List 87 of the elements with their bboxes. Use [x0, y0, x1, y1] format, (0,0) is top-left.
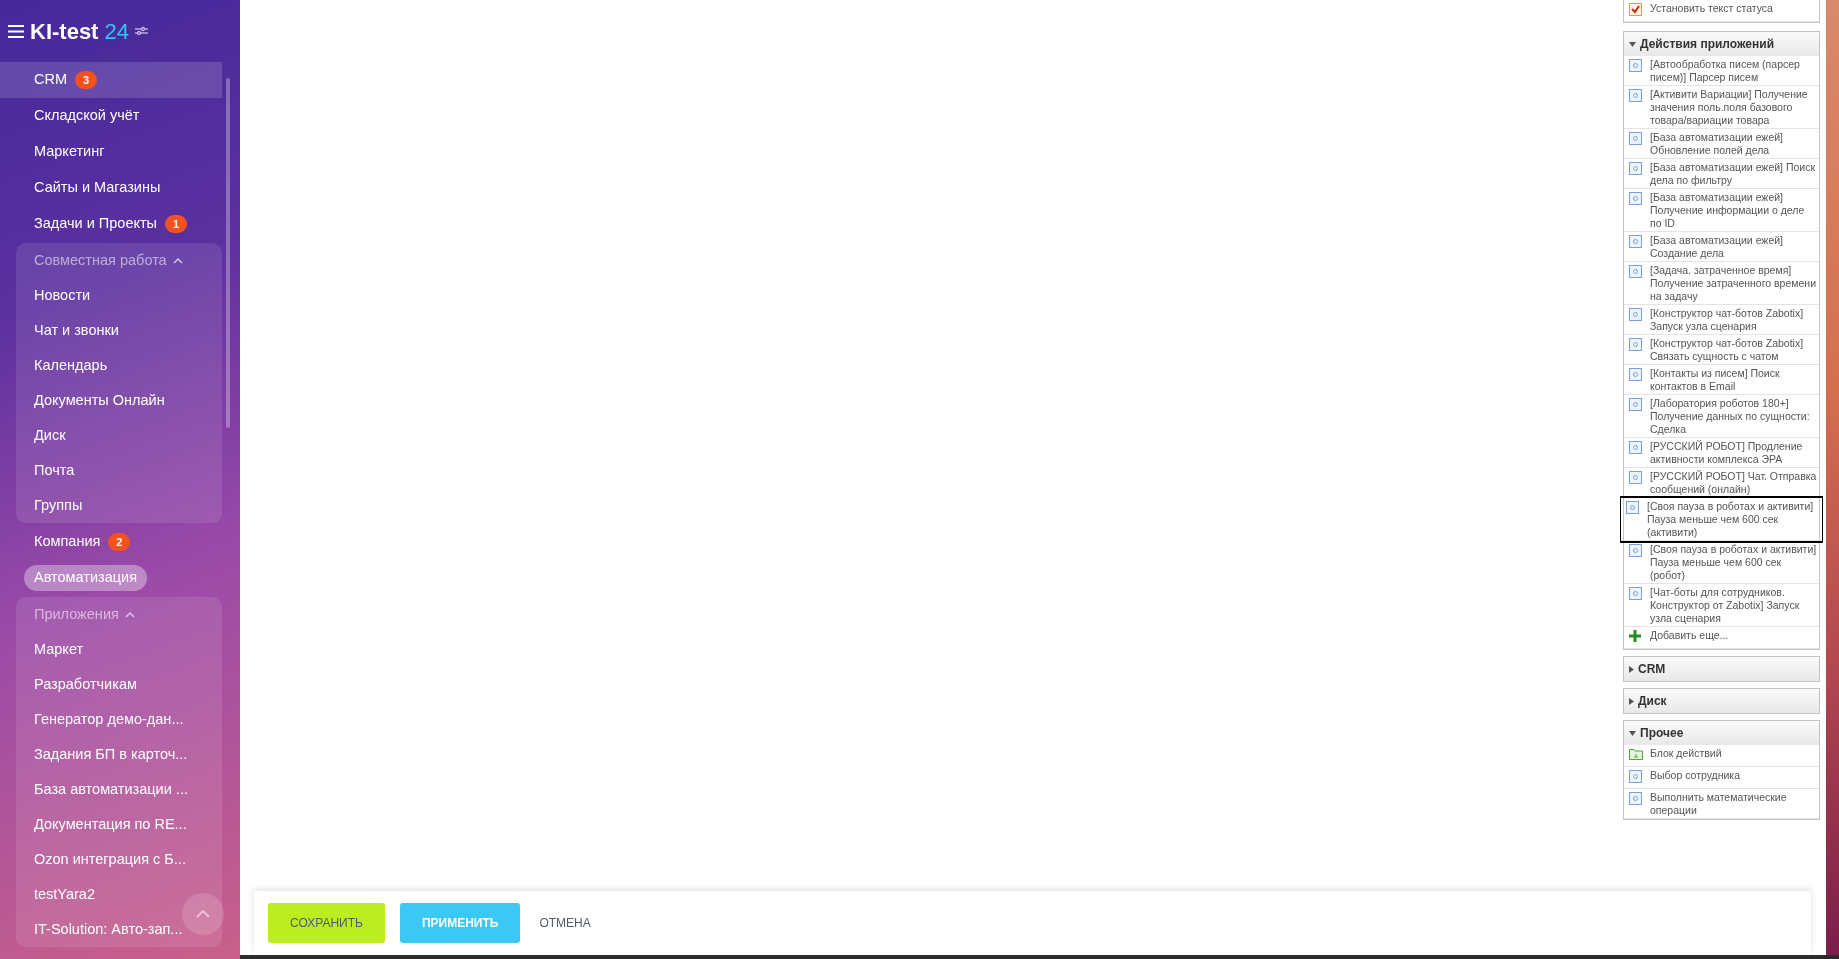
cancel-button[interactable]: ОТМЕНА — [527, 903, 603, 943]
action-item[interactable]: [РУССКИЙ РОБОТ] Чат. Отправка сообщений (онлайн) — [1624, 468, 1819, 498]
menu-item[interactable]: Чат и звонки — [16, 313, 222, 348]
settings-icon[interactable] — [134, 26, 148, 36]
action-item[interactable]: Установить текст статуса — [1624, 0, 1819, 22]
action-item[interactable]: Выполнить математические операции — [1624, 789, 1819, 819]
action-item[interactable]: Выбор сотрудника — [1624, 767, 1819, 789]
activity-icon — [1629, 192, 1642, 205]
portal-logo[interactable]: KI-test 24 — [30, 14, 129, 48]
folder-icon — [1629, 748, 1643, 760]
chevron-up-icon[interactable] — [124, 611, 135, 618]
activity-icon — [1629, 308, 1642, 321]
activity-icon — [1629, 132, 1642, 145]
notification-badge: 3 — [75, 71, 98, 89]
action-item[interactable]: [Конструктор чат-ботов Zabotix] Запуск узла сценария — [1624, 305, 1819, 335]
menu-item[interactable]: Разработчикам — [16, 667, 222, 702]
menu-item[interactable]: Сайты и Магазины — [0, 170, 222, 206]
triangle-down-icon — [1629, 730, 1636, 736]
chevron-up-icon — [196, 910, 210, 918]
menu-item-label: Компания — [34, 532, 101, 552]
section-header[interactable]: Прочее — [1624, 721, 1819, 745]
menu-item[interactable]: CRM 3 — [0, 62, 222, 98]
menu-item[interactable]: Задания БП в карточ... — [16, 737, 222, 772]
activity-icon — [1629, 471, 1642, 484]
activity-icon — [1626, 501, 1639, 514]
action-item[interactable]: [База автоматизации ежей] Обновление полей дела — [1624, 129, 1819, 159]
activity-icon — [1629, 368, 1642, 381]
action-item[interactable]: [Контакты из писем] Поиск контактов в Email — [1624, 365, 1819, 395]
action-item[interactable]: [Лаборатория роботов 180+] Получение данных по сущности: Сделка — [1624, 395, 1819, 438]
activity-icon — [1629, 162, 1642, 175]
activity-icon — [1629, 441, 1642, 454]
activity-icon — [1629, 338, 1642, 351]
save-button[interactable]: СОХРАНИТЬ — [268, 903, 385, 943]
menu-item[interactable]: IT-Solution: Авто-зап... — [16, 912, 222, 947]
action-item[interactable]: Блок действий — [1624, 745, 1819, 767]
menu-item[interactable]: Генератор демо-дан... — [16, 702, 222, 737]
menu-item[interactable]: Компания 2 — [0, 524, 222, 560]
section-header[interactable]: Действия приложений — [1624, 32, 1819, 56]
activity-icon — [1629, 544, 1642, 557]
action-item[interactable]: [Конструктор чат-ботов Zabotix] Связать сущность с чатом — [1624, 335, 1819, 365]
action-item[interactable]: [Чат-боты для сотрудников. Конструктор от Zabotix] Запуск узла сценария — [1624, 584, 1819, 627]
menu-item[interactable]: База автоматизации ... — [16, 772, 222, 807]
activity-icon — [1629, 265, 1642, 278]
plus-icon — [1629, 630, 1641, 642]
activity-icon — [1629, 792, 1642, 805]
activity-icon — [1629, 235, 1642, 248]
activity-icon — [1629, 89, 1642, 102]
triangle-down-icon — [1629, 41, 1636, 47]
section-header[interactable]: Диск — [1624, 689, 1819, 713]
action-item[interactable]: [Задача. затраченное время] Получение затраченного времени на задачу — [1624, 262, 1819, 305]
menu-item[interactable]: Новости — [16, 278, 222, 313]
activity-icon — [1629, 398, 1642, 411]
notification-badge: 1 — [165, 215, 188, 233]
menu-item-label: Задачи и Проекты — [34, 214, 158, 234]
triangle-right-icon — [1629, 697, 1634, 705]
action-item[interactable]: [База автоматизации ежей] Получение информации о деле по ID — [1624, 189, 1819, 232]
menu-item[interactable]: Документы Онлайн — [16, 383, 222, 418]
notification-badge: 2 — [108, 533, 131, 551]
action-item[interactable]: [Автообработка писем (парсер писем)] Парсер писем — [1624, 56, 1819, 86]
action-item[interactable]: Добавить еще... — [1624, 627, 1819, 649]
action-item[interactable]: [Своя пауза в роботах и активити] Пауза меньше чем 600 сек (активити) — [1621, 498, 1822, 541]
menu-item[interactable]: Маркет — [16, 632, 222, 667]
action-item[interactable]: [Активити Вариации] Получение значения поль.поля базового товара/вариации товара — [1624, 86, 1819, 129]
menu-item[interactable]: Маркетинг — [0, 134, 222, 170]
action-item[interactable]: [Своя пауза в роботах и активити] Пауза меньше чем 600 сек (робот) — [1624, 541, 1819, 584]
menu-item[interactable]: Диск — [16, 418, 222, 453]
menu-item[interactable]: Ozon интеграция с Б... — [16, 842, 222, 877]
menu-item[interactable]: Задачи и Проекты 1 — [0, 206, 222, 242]
action-item[interactable]: [РУССКИЙ РОБОТ] Продление активности комплекса ЭРА — [1624, 438, 1819, 468]
scrollbar[interactable] — [226, 78, 230, 428]
activity-icon — [1629, 770, 1642, 783]
chevron-up-icon[interactable] — [172, 257, 183, 264]
activity-icon — [1629, 587, 1642, 600]
triangle-right-icon — [1629, 665, 1634, 673]
action-item[interactable]: [База автоматизации ежей] Поиск дела по фильтру — [1624, 159, 1819, 189]
activity-icon — [1629, 59, 1642, 72]
menu-item[interactable]: Почта — [16, 453, 222, 488]
menu-icon[interactable] — [8, 24, 24, 38]
menu-item[interactable]: Складской учёт — [0, 98, 222, 134]
section-header[interactable]: CRM — [1624, 657, 1819, 681]
checkmark-icon — [1629, 3, 1642, 16]
action-item[interactable]: [База автоматизации ежей] Создание дела — [1624, 232, 1819, 262]
menu-item[interactable]: Документация по RE... — [16, 807, 222, 842]
menu-item[interactable]: Группы — [16, 488, 222, 523]
menu-item[interactable]: testYara2 — [16, 877, 222, 912]
menu-item[interactable]: Календарь — [16, 348, 222, 383]
menu-item-label: CRM — [34, 70, 68, 90]
